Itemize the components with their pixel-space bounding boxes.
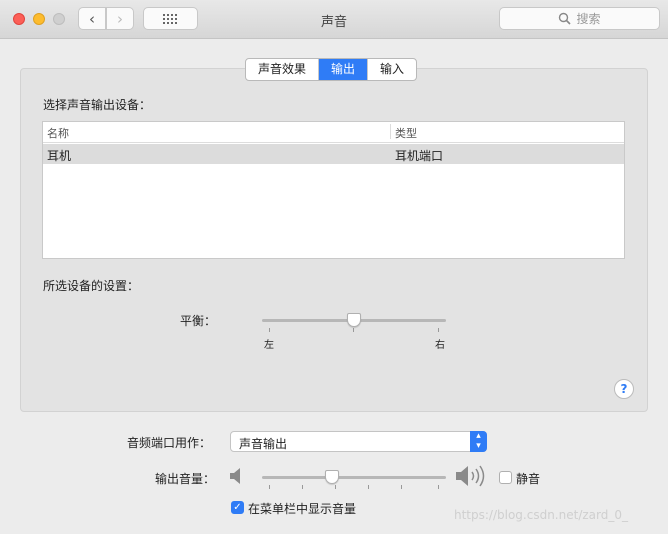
volume-tick xyxy=(438,485,439,489)
volume-tick xyxy=(269,485,270,489)
show-all-button[interactable] xyxy=(143,7,198,30)
column-name-header[interactable]: 名称 xyxy=(47,125,69,141)
watermark-text: https://blog.csdn.net/zard_0_ xyxy=(454,508,628,522)
output-heading: 选择声音输出设备： xyxy=(43,98,152,112)
minimize-button[interactable] xyxy=(33,13,45,25)
tab-output[interactable]: 输出 xyxy=(319,59,369,80)
volume-slider-track[interactable] xyxy=(262,476,446,479)
balance-tick xyxy=(269,328,270,332)
balance-left-label: 左 xyxy=(264,340,274,351)
column-type-header[interactable]: 类型 xyxy=(395,125,417,141)
volume-tick xyxy=(368,485,369,489)
grid-icon xyxy=(162,13,177,24)
search-placeholder: 搜索 xyxy=(576,12,601,26)
maximize-button[interactable] xyxy=(53,13,65,25)
volume-tick xyxy=(335,485,336,489)
search-field[interactable]: 搜索 xyxy=(499,7,660,30)
mute-label: 静音 xyxy=(516,472,541,486)
balance-right-label: 右 xyxy=(435,340,445,351)
balance-slider-thumb[interactable] xyxy=(347,313,361,327)
show-volume-checkbox[interactable]: ✓ xyxy=(231,501,244,514)
column-divider xyxy=(390,124,391,139)
help-button[interactable]: ? xyxy=(614,379,634,399)
tab-input[interactable]: 输入 xyxy=(368,59,416,80)
speaker-low-icon xyxy=(230,468,240,484)
chevron-right-icon: › xyxy=(117,9,123,28)
show-volume-label: 在菜单栏中显示音量 xyxy=(248,502,357,516)
search-icon xyxy=(559,12,572,25)
device-type: 耳机端口 xyxy=(395,149,444,163)
volume-label: 输出音量： xyxy=(155,472,216,486)
table-header: 名称 类型 xyxy=(43,122,624,143)
close-button[interactable] xyxy=(13,13,25,25)
table-row[interactable]: 耳机 耳机端口 xyxy=(43,144,624,164)
tab-bar: 声音效果 输出 输入 xyxy=(245,58,418,81)
chevron-updown-icon: ▴ ▾ xyxy=(470,431,487,452)
settings-heading: 所选设备的设置： xyxy=(43,279,140,293)
back-button[interactable]: ‹ xyxy=(78,7,106,30)
device-name: 耳机 xyxy=(47,149,72,163)
volume-slider-thumb[interactable] xyxy=(325,470,339,484)
port-select-value: 声音输出 xyxy=(239,437,288,451)
chevron-left-icon: ‹ xyxy=(89,9,95,28)
tab-sound-effects[interactable]: 声音效果 xyxy=(246,59,320,80)
port-label: 音频端口用作： xyxy=(127,436,212,450)
balance-label: 平衡： xyxy=(180,314,217,328)
port-select[interactable]: 声音输出 ▴ ▾ xyxy=(230,431,487,452)
volume-tick xyxy=(302,485,303,489)
speaker-high-icon xyxy=(456,465,485,487)
device-table[interactable]: 名称 类型 耳机 耳机端口 xyxy=(42,121,625,259)
balance-tick xyxy=(438,328,439,332)
window-title: 声音 xyxy=(320,15,347,30)
forward-button[interactable]: › xyxy=(106,7,134,30)
volume-tick xyxy=(401,485,402,489)
mute-checkbox[interactable] xyxy=(499,471,512,484)
balance-tick xyxy=(353,328,354,332)
